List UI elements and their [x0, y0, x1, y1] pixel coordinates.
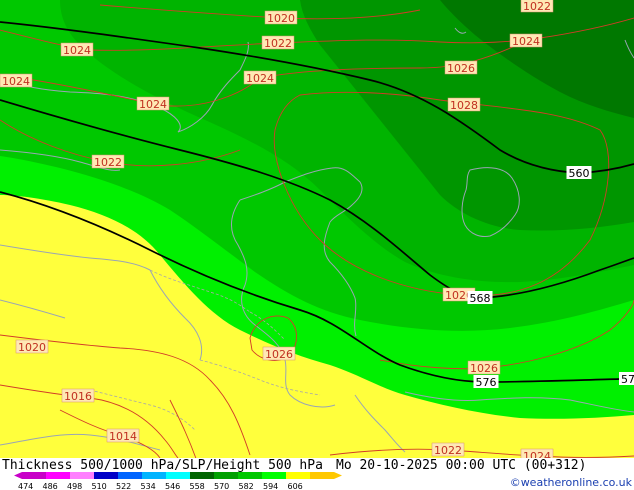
isobar-label: 1024: [246, 72, 274, 85]
scale-swatch: [238, 472, 262, 479]
weather-map: 1020 1022 1024 1024 1024 1024 1022 1026 1028 1024…: [0, 0, 634, 458]
height-label: 560: [569, 167, 590, 180]
scale-arrow-left: [14, 472, 22, 479]
isobar-label: 1020: [267, 12, 295, 25]
isobar-label: 1026: [470, 362, 498, 375]
isobar-label: 1022: [523, 0, 551, 13]
height-label: 57: [621, 373, 634, 386]
scale-swatch: [262, 472, 286, 479]
isobar-label: 1028: [450, 99, 478, 112]
scale-swatch: [118, 472, 142, 479]
isobar-label: 1026: [447, 62, 475, 75]
map-datetime: Mo 20-10-2025 00:00 UTC (00+312): [336, 458, 586, 473]
scale-tick-label: 474: [18, 482, 33, 490]
credit-text: ©weatheronline.co.uk: [510, 476, 633, 489]
isobar-label: 1022: [264, 37, 292, 50]
isobar-label: 1024: [63, 44, 91, 57]
scale-tick-label: 582: [239, 482, 254, 490]
scale-swatch: [94, 472, 118, 479]
scale-swatch: [286, 472, 310, 479]
height-label: 576: [476, 376, 497, 389]
color-scale-ticks: 474 486 498 510 522 534 546 558 570 582 594 606: [18, 482, 303, 490]
isobar-label: 1022: [434, 444, 462, 457]
scale-tick-label: 498: [67, 482, 82, 490]
scale-swatch: [22, 472, 46, 479]
scale-swatch: [214, 472, 238, 479]
scale-swatch: [310, 472, 334, 479]
scale-tick-label: 534: [141, 482, 156, 490]
footer-bar: Thickness 500/1000 hPa/SLP/Height 500 hP…: [0, 458, 634, 490]
isobar-label: 1024: [139, 98, 167, 111]
map-title: Thickness 500/1000 hPa/SLP/Height 500 hP…: [2, 458, 323, 473]
scale-tick-label: 486: [43, 482, 58, 490]
isobar-label: 1016: [64, 390, 92, 403]
isobar-label: 1026: [265, 348, 293, 361]
isobar-label: 1014: [109, 430, 137, 443]
scale-swatch: [142, 472, 166, 479]
scale-tick-label: 606: [288, 482, 303, 490]
isobar-label: 1020: [18, 341, 46, 354]
scale-tick-label: 522: [116, 482, 131, 490]
isobar-label: 1024: [523, 450, 551, 458]
scale-tick-label: 558: [190, 482, 205, 490]
scale-swatch: [46, 472, 70, 479]
scale-swatch: [190, 472, 214, 479]
scale-tick-label: 594: [263, 482, 278, 490]
scale-arrow-right: [334, 472, 342, 479]
height-label: 568: [470, 292, 491, 305]
color-scale: [14, 472, 342, 479]
scale-tick-label: 570: [214, 482, 229, 490]
scale-tick-label: 510: [92, 482, 107, 490]
scale-swatch: [70, 472, 94, 479]
isobar-label: 1022: [94, 156, 122, 169]
scale-swatch: [166, 472, 190, 479]
scale-tick-label: 546: [165, 482, 180, 490]
isobar-label: 1024: [2, 75, 30, 88]
isobar-label: 1024: [512, 35, 540, 48]
